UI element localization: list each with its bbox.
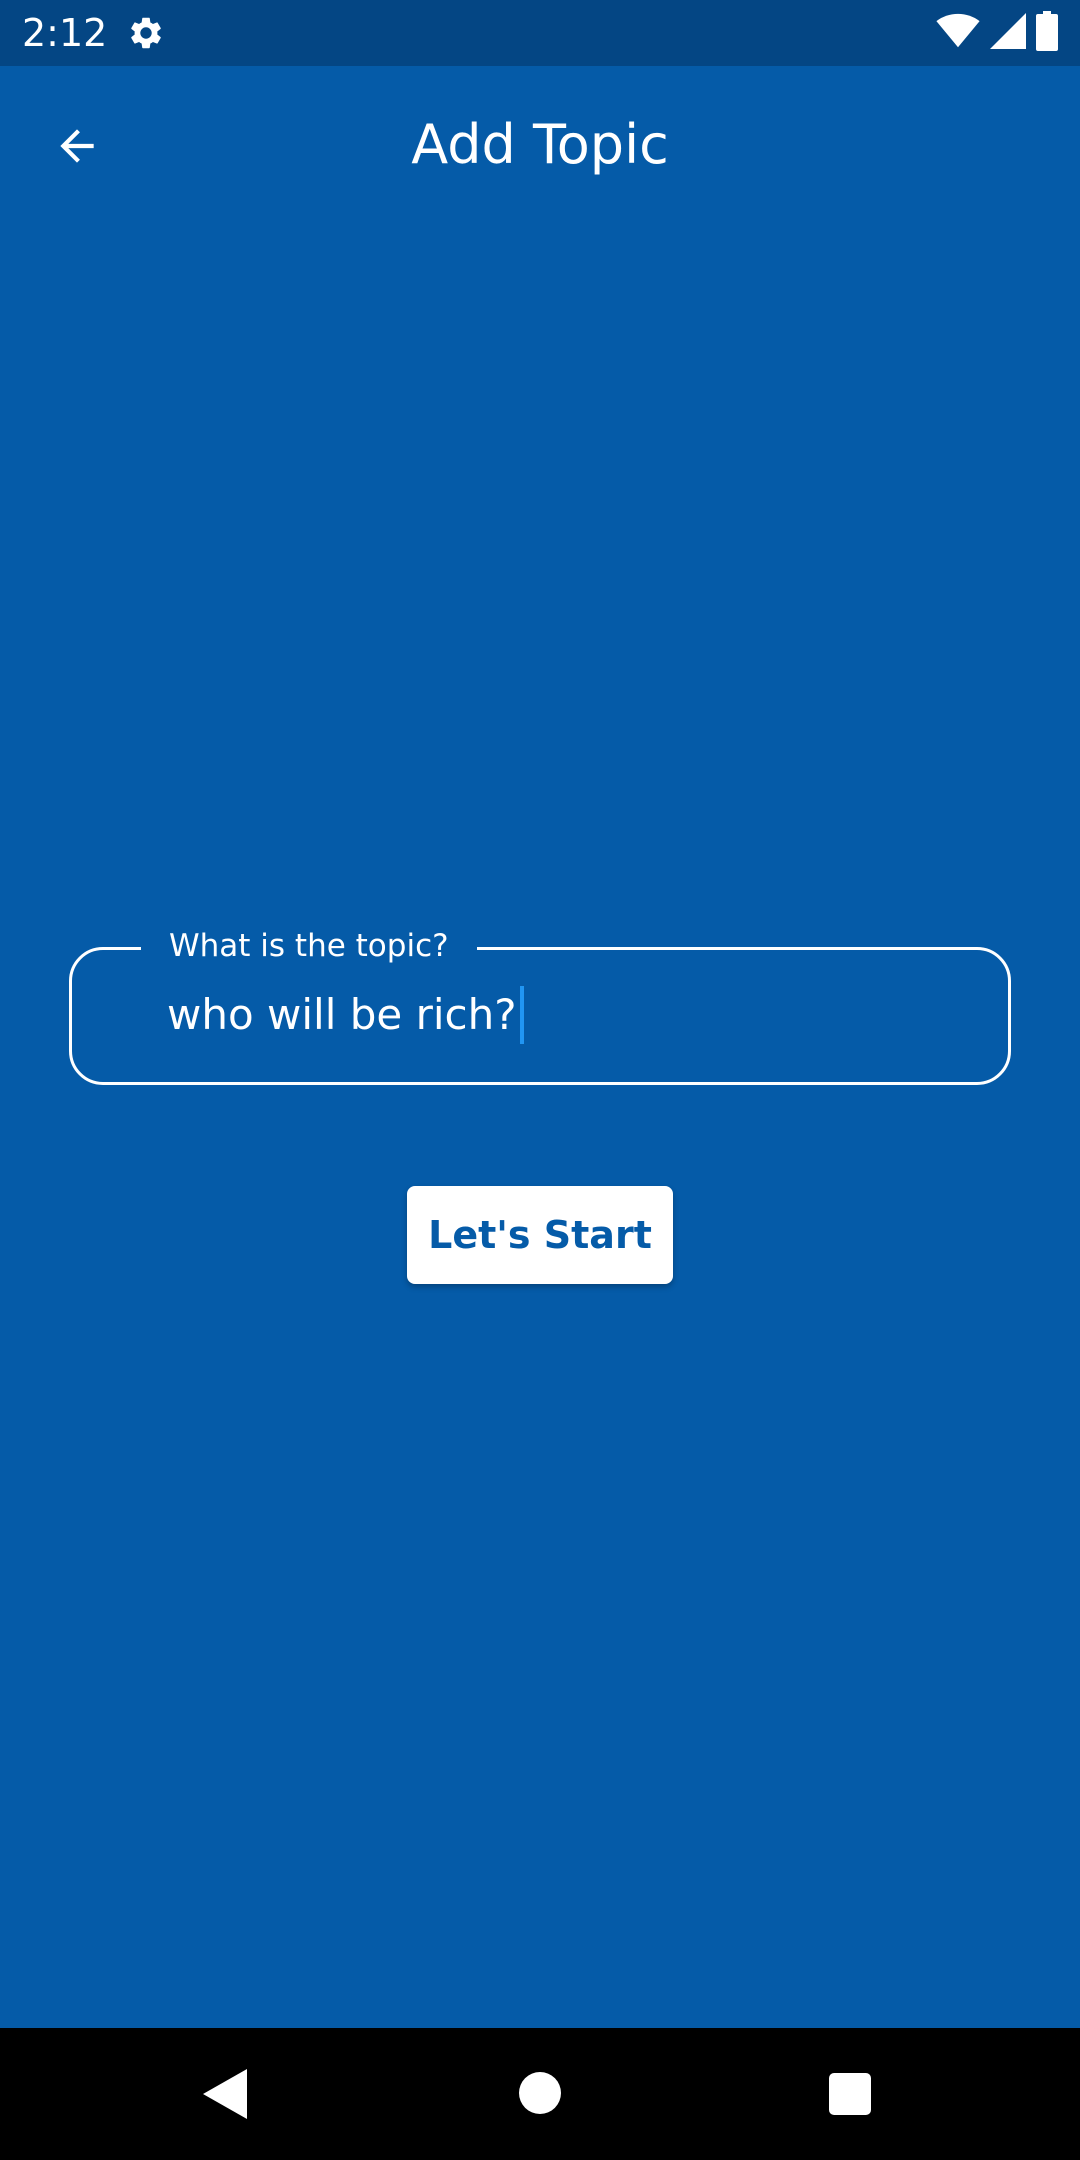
topic-input-value: who will be rich?	[167, 990, 517, 1039]
recents-square-icon[interactable]	[829, 2073, 871, 2115]
signal-icon	[990, 13, 1026, 53]
battery-icon	[1036, 11, 1058, 55]
status-bar: 2:12	[0, 0, 1080, 66]
topic-field-label: What is the topic?	[141, 920, 477, 972]
text-caret	[519, 986, 524, 1044]
page-title: Add Topic	[411, 113, 669, 176]
topic-input[interactable]: who will be rich?	[167, 985, 524, 1045]
add-topic-screen: 2:12 Add Topic What is the topic? who wi…	[0, 0, 1080, 2160]
lets-start-button[interactable]: Let's Start	[407, 1186, 673, 1284]
home-circle-icon[interactable]	[519, 2072, 561, 2114]
status-icons	[936, 11, 1058, 55]
topic-field[interactable]: What is the topic? who will be rich?	[69, 920, 1011, 1085]
wifi-icon	[936, 13, 980, 53]
gear-icon	[127, 14, 165, 52]
back-triangle-icon[interactable]	[203, 2069, 247, 2119]
status-time: 2:12	[22, 11, 108, 55]
navigation-bar	[0, 2028, 1080, 2160]
app-bar: Add Topic	[0, 66, 1080, 220]
